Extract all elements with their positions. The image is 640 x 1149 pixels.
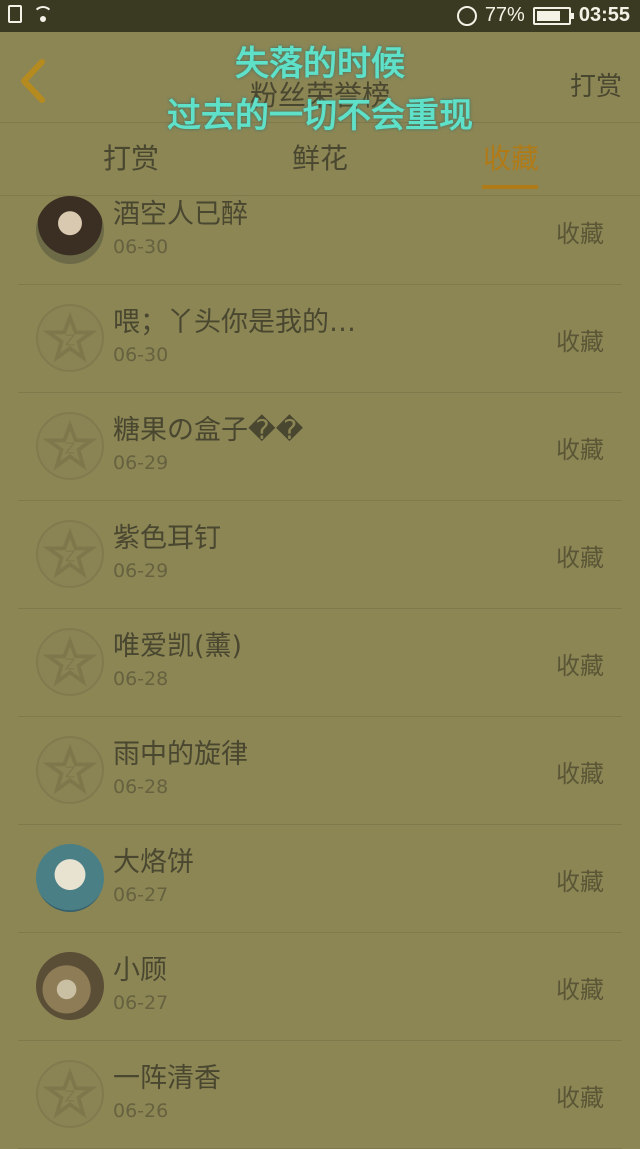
- avatar: [36, 196, 104, 264]
- list-item[interactable]: 大烙饼 06-27 收藏: [18, 824, 622, 933]
- user-name: 喂；丫头你是我的…: [113, 307, 356, 338]
- avatar: Z: [36, 1060, 104, 1128]
- default-star-avatar-icon: Z: [42, 419, 98, 471]
- svg-text:Z: Z: [65, 548, 75, 566]
- user-name: 酒空人已醉: [113, 199, 248, 230]
- favorite-date: 06-27: [113, 884, 169, 906]
- list-item[interactable]: 小顾 06-27 收藏: [18, 932, 622, 1041]
- battery-icon: [532, 6, 574, 25]
- default-star-avatar-icon: Z: [42, 311, 98, 363]
- list-item[interactable]: Z 雨中的旋律 06-28 收藏: [18, 716, 622, 825]
- page-title: 粉丝荣誉榜: [249, 79, 390, 112]
- wifi-icon: [32, 6, 54, 22]
- list-item[interactable]: Z 喂；丫头你是我的… 06-30 收藏: [18, 284, 622, 393]
- svg-text:Z: Z: [65, 440, 75, 458]
- favorite-label: 收藏: [556, 328, 604, 356]
- list-item[interactable]: 酒空人已醉 06-30 收藏: [18, 176, 622, 285]
- avatar: [36, 844, 104, 912]
- default-star-avatar-icon: Z: [42, 635, 98, 687]
- header: 粉丝荣誉榜 打赏: [0, 32, 640, 123]
- favorite-date: 06-29: [113, 560, 169, 582]
- avatar: Z: [36, 304, 104, 372]
- favorite-label: 收藏: [556, 436, 604, 464]
- favorite-date: 06-26: [113, 1100, 169, 1122]
- user-name: 紫色耳钉: [113, 523, 221, 554]
- user-name: 小顾: [113, 955, 167, 986]
- tab-flowers[interactable]: 鲜花: [292, 137, 348, 177]
- svg-text:Z: Z: [65, 656, 75, 674]
- list-item[interactable]: Z 紫色耳钉 06-29 收藏: [18, 500, 622, 609]
- user-name: 唯爱凯(薰): [113, 631, 243, 662]
- svg-text:Z: Z: [65, 764, 75, 782]
- battery-percent: 77%: [484, 4, 525, 26]
- user-name: 雨中的旋律: [113, 739, 248, 770]
- favorite-label: 收藏: [556, 760, 604, 788]
- list-item[interactable]: Z 糖果の盒子�� 06-29 收藏: [18, 392, 622, 501]
- avatar: [36, 952, 104, 1020]
- default-star-avatar-icon: Z: [42, 1067, 98, 1119]
- user-name: 一阵清香: [113, 1063, 221, 1094]
- default-star-avatar-icon: Z: [42, 527, 98, 579]
- avatar: Z: [36, 520, 104, 588]
- svg-text:Z: Z: [65, 1088, 75, 1106]
- status-bar: 77% 03:55: [0, 0, 640, 32]
- list-item[interactable]: Z 唯爱凯(薰) 06-28 收藏: [18, 608, 622, 717]
- clock: 03:55: [578, 4, 630, 26]
- smiley-notification-icon: [456, 5, 477, 26]
- list-item[interactable]: Z 一阵清香 06-26 收藏: [18, 1040, 622, 1149]
- user-name: 糖果の盒子��: [113, 415, 304, 446]
- favorite-date: 06-30: [113, 236, 169, 258]
- favorite-label: 收藏: [556, 544, 604, 572]
- default-star-avatar-icon: Z: [42, 743, 98, 795]
- favorite-label: 收藏: [556, 868, 604, 896]
- favorite-date: 06-28: [113, 668, 169, 690]
- favorite-date: 06-29: [113, 452, 169, 474]
- favorite-label: 收藏: [556, 976, 604, 1004]
- tab-favorites[interactable]: 收藏: [483, 137, 539, 177]
- favorite-label: 收藏: [556, 1084, 604, 1112]
- sim-card-icon: [8, 5, 22, 23]
- avatar: Z: [36, 736, 104, 804]
- favorite-date: 06-28: [113, 776, 169, 798]
- reward-button[interactable]: 打赏: [570, 66, 622, 103]
- tab-reward[interactable]: 打赏: [103, 137, 159, 177]
- svg-text:Z: Z: [65, 332, 75, 350]
- favorite-label: 收藏: [556, 652, 604, 680]
- favorite-date: 06-30: [113, 344, 169, 366]
- avatar: Z: [36, 628, 104, 696]
- avatar: Z: [36, 412, 104, 480]
- user-name: 大烙饼: [113, 847, 194, 878]
- favorite-date: 06-27: [113, 992, 169, 1014]
- favorite-label: 收藏: [556, 220, 604, 248]
